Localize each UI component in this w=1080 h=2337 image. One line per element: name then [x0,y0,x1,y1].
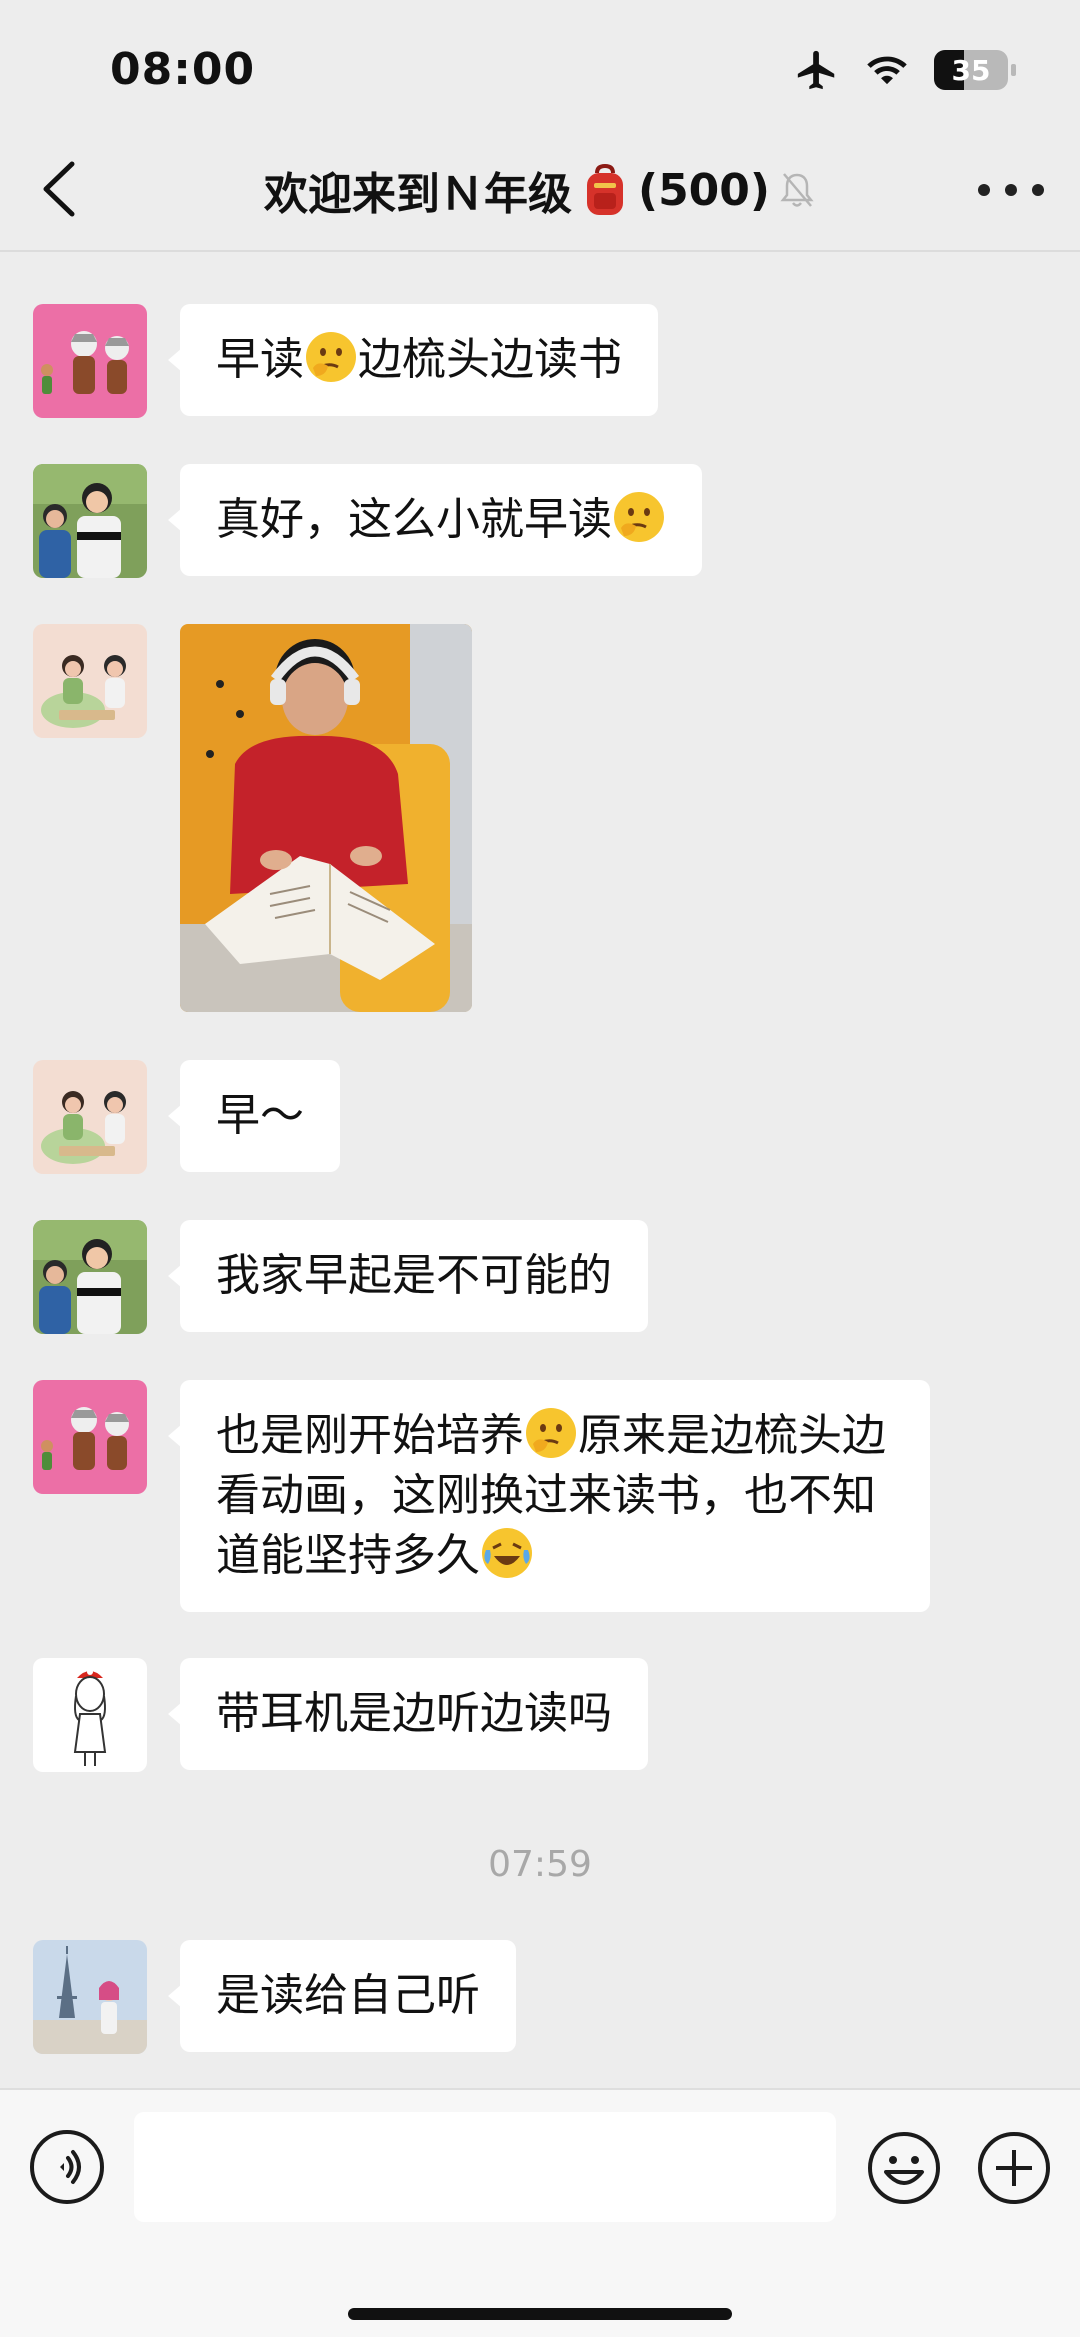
avatar[interactable] [33,1940,147,2054]
message-bubble[interactable]: 早～ [168,1060,340,1172]
message-text: 边梳头边读书 [358,334,622,385]
laughing-tears-emoji [482,1528,532,1578]
avatar[interactable] [33,1380,147,1494]
top-bar: 08:00 35 欢迎来到Ｎ年级 (500) [0,0,1080,252]
thinking-emoji [526,1408,576,1458]
message-text: 带耳机是边听边读吗 [216,1688,612,1739]
input-bar [0,2088,1080,2337]
home-indicator[interactable] [348,2308,732,2320]
backpack-emoji [586,163,623,215]
avatar[interactable] [33,1220,147,1334]
message-photo[interactable] [180,624,472,1012]
avatar[interactable] [33,464,147,578]
message-input[interactable] [134,2112,836,2222]
message-text: 早～ [216,1090,304,1141]
status-time: 08:00 [110,44,256,95]
message-bubble[interactable]: 是读给自己听 [168,1940,516,2052]
battery-icon: 35 [934,50,1016,90]
message-text: 我家早起是不可能的 [216,1250,612,1301]
avatar[interactable] [33,304,147,418]
wifi-icon [867,56,907,85]
thinking-emoji [306,332,356,382]
message-bubble[interactable]: 早读 边梳头边读书 [168,304,658,416]
message-text: 早读 [216,334,304,385]
message-text: 真好，这么小就早读 [216,494,612,545]
group-name: 欢迎来到Ｎ年级 [263,169,572,220]
message-bubble[interactable]: 我家早起是不可能的 [168,1220,648,1332]
voice-icon[interactable] [30,2130,104,2204]
more-icon[interactable] [978,168,1044,212]
message-text: 是读给自己听 [216,1970,480,2021]
plus-icon[interactable] [976,2130,1052,2206]
message-bubble[interactable]: 真好，这么小就早读 [168,464,702,576]
airplane-icon [797,50,835,90]
chat-title[interactable]: 欢迎来到Ｎ年级 (500) [0,158,1080,222]
avatar[interactable] [33,624,147,738]
timestamp: 07:59 [488,1844,592,1885]
status-icons: 35 [794,46,1016,94]
message-bubble[interactable]: 也是刚开始培养 原来是边梳头边看动画，这刚换过来读书，也不知道能坚持多久 [168,1380,930,1612]
avatar[interactable] [33,1658,147,1772]
emoji-icon[interactable] [866,2130,942,2206]
mute-bell-icon [780,173,814,207]
message-text: 也是刚开始培养 [216,1410,524,1461]
message-bubble[interactable]: 带耳机是边听边读吗 [168,1658,648,1770]
battery-level: 35 [951,53,991,87]
thinking-emoji [614,492,664,542]
member-count: (500) [637,164,771,216]
avatar[interactable] [33,1060,147,1174]
